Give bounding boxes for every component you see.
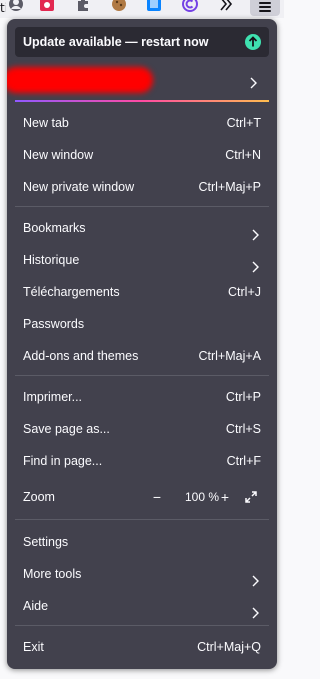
menu-item-label: Historique <box>23 253 80 267</box>
account-row[interactable] <box>7 63 269 99</box>
menu-item-label: Zoom <box>23 490 55 504</box>
zoom-controls: − 100 % + <box>143 485 263 509</box>
addons-themes-item[interactable]: Add-ons and themes Ctrl+Maj+A <box>15 342 269 370</box>
menu-separator <box>15 519 269 520</box>
bookmarks-item[interactable]: Bookmarks <box>15 214 269 242</box>
new-tab-item[interactable]: New tab Ctrl+T <box>15 109 269 137</box>
update-banner-label: Update available — restart now <box>23 35 209 49</box>
menu-separator <box>15 375 269 376</box>
fullscreen-expand-icon[interactable] <box>241 487 261 507</box>
new-private-window-item[interactable]: New private window Ctrl+Maj+P <box>15 173 269 201</box>
menu-separator <box>15 625 269 626</box>
menu-item-label: Save page as... <box>23 422 110 436</box>
zoom-out-button[interactable]: − <box>147 487 167 507</box>
settings-item[interactable]: Settings <box>15 528 269 556</box>
browser-toolbar: ti <box>0 0 284 18</box>
menu-item-label: Bookmarks <box>23 221 86 235</box>
menu-item-label: Find in page... <box>23 454 103 468</box>
menu-item-label: New window <box>23 148 94 162</box>
menu-item-shortcut: Ctrl+T <box>226 116 261 130</box>
menu-separator <box>15 206 269 207</box>
account-gradient-divider <box>15 100 269 102</box>
menu-item-shortcut: Ctrl+S <box>225 422 261 436</box>
menu-item-shortcut: Ctrl+P <box>225 390 261 404</box>
menu-item-shortcut: Ctrl+Maj+A <box>198 349 261 363</box>
menu-item-label: Add-ons and themes <box>23 349 139 363</box>
save-page-item[interactable]: Save page as... Ctrl+S <box>15 415 269 443</box>
print-item[interactable]: Imprimer... Ctrl+P <box>15 383 269 411</box>
overflow-chevrons-icon[interactable] <box>218 0 234 12</box>
tab-title-fragment: ti <box>0 1 6 15</box>
chevron-right-icon <box>249 74 259 93</box>
menu-item-label: Settings <box>23 535 69 549</box>
more-tools-item[interactable]: More tools <box>15 560 269 588</box>
menu-item-shortcut: Ctrl+F <box>226 454 261 468</box>
downloads-item[interactable]: Téléchargements Ctrl+J <box>15 278 269 306</box>
menu-item-label: New private window <box>23 180 135 194</box>
c-extension-icon[interactable] <box>182 0 198 12</box>
menu-item-shortcut: Ctrl+N <box>225 148 261 162</box>
red-extension-icon[interactable] <box>39 0 55 12</box>
menu-item-label: Aide <box>23 599 49 613</box>
puzzle-extension-icon[interactable] <box>75 0 91 12</box>
redacted-account-name <box>7 67 153 93</box>
find-in-page-item[interactable]: Find in page... Ctrl+F <box>15 447 269 475</box>
zoom-in-button[interactable]: + <box>215 487 235 507</box>
exit-item[interactable]: Exit Ctrl+Maj+Q <box>15 633 269 661</box>
menu-item-label: Téléchargements <box>23 285 120 299</box>
new-window-item[interactable]: New window Ctrl+N <box>15 141 269 169</box>
menu-item-shortcut: Ctrl+Maj+P <box>198 180 261 194</box>
menu-item-label: More tools <box>23 567 82 581</box>
passwords-item[interactable]: Passwords <box>15 310 269 338</box>
update-available-banner[interactable]: Update available — restart now <box>15 27 269 57</box>
blue-extension-icon[interactable] <box>146 0 162 12</box>
menu-item-label: Imprimer... <box>23 390 83 404</box>
history-item[interactable]: Historique <box>15 246 269 274</box>
menu-item-label: New tab <box>23 116 69 130</box>
zoom-row: Zoom − 100 % + <box>15 483 269 511</box>
app-menu-panel: Update available — restart now New tab C… <box>7 19 277 669</box>
cookie-extension-icon[interactable] <box>111 0 127 12</box>
menu-item-label: Exit <box>23 640 44 654</box>
user-circle-icon[interactable] <box>8 0 24 12</box>
help-item[interactable]: Aide <box>15 592 269 620</box>
menu-item-shortcut: Ctrl+J <box>228 285 261 299</box>
update-arrow-icon <box>245 34 261 50</box>
hamburger-menu-icon[interactable] <box>250 0 280 16</box>
menu-item-label: Passwords <box>23 317 85 331</box>
menu-item-shortcut: Ctrl+Maj+Q <box>197 640 261 654</box>
